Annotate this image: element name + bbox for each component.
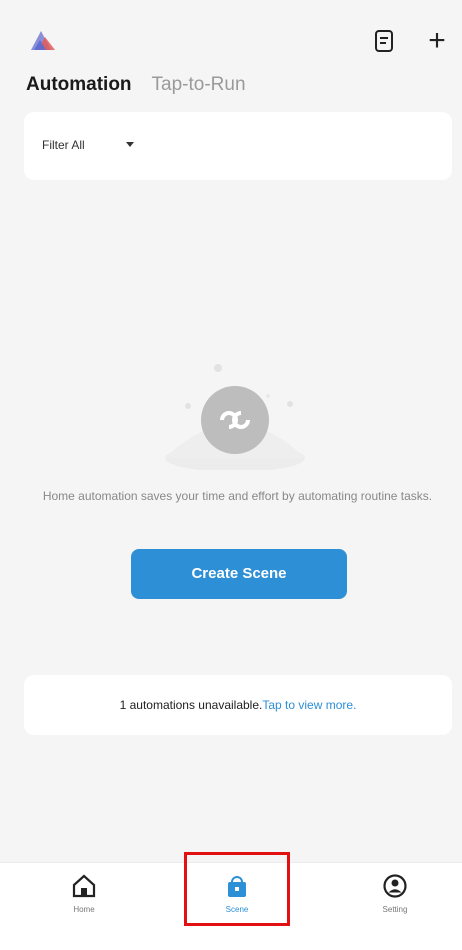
app-logo xyxy=(31,31,55,50)
filter-dropdown[interactable]: Filter All xyxy=(42,138,85,152)
tab-bar: Automation Tap-to-Run xyxy=(26,74,246,104)
nav-setting[interactable]: Setting xyxy=(355,873,435,933)
unavailable-notice: 1 automations unavailable.Tap to view mo… xyxy=(24,675,452,735)
view-more-link[interactable]: Tap to view more. xyxy=(262,698,356,712)
nav-home-label: Home xyxy=(73,905,95,914)
tab-tap-to-run[interactable]: Tap-to-Run xyxy=(152,74,246,96)
nav-home[interactable]: Home xyxy=(44,873,124,933)
chevron-down-icon[interactable] xyxy=(126,142,134,147)
filter-card: Filter All xyxy=(24,112,452,180)
document-icon[interactable] xyxy=(372,28,396,54)
highlight-box xyxy=(184,852,290,926)
top-bar: + xyxy=(0,0,462,70)
nav-setting-label: Setting xyxy=(382,905,408,914)
home-icon xyxy=(72,874,96,898)
tab-automation[interactable]: Automation xyxy=(26,74,132,96)
create-scene-button[interactable]: Create Scene xyxy=(131,549,347,599)
empty-state-message: Home automation saves your time and effo… xyxy=(42,489,433,503)
plus-icon[interactable]: + xyxy=(422,24,452,58)
infinity-link-icon xyxy=(165,364,305,470)
unavailable-text: 1 automations unavailable. xyxy=(119,698,263,712)
user-icon xyxy=(383,874,407,898)
